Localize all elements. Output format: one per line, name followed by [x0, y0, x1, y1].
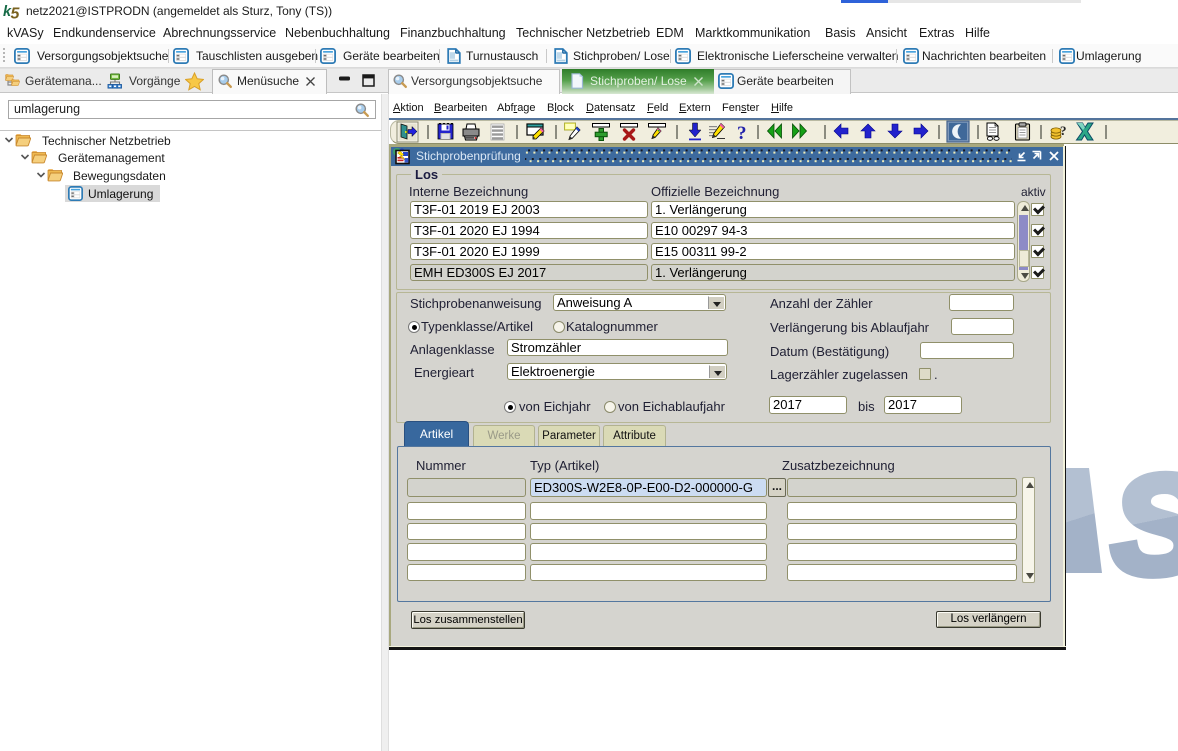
svg-text:?: ? — [737, 123, 747, 144]
svg-text:S: S — [1112, 446, 1178, 603]
svg-text:5: 5 — [11, 6, 21, 22]
svg-text:?: ? — [1060, 123, 1067, 138]
